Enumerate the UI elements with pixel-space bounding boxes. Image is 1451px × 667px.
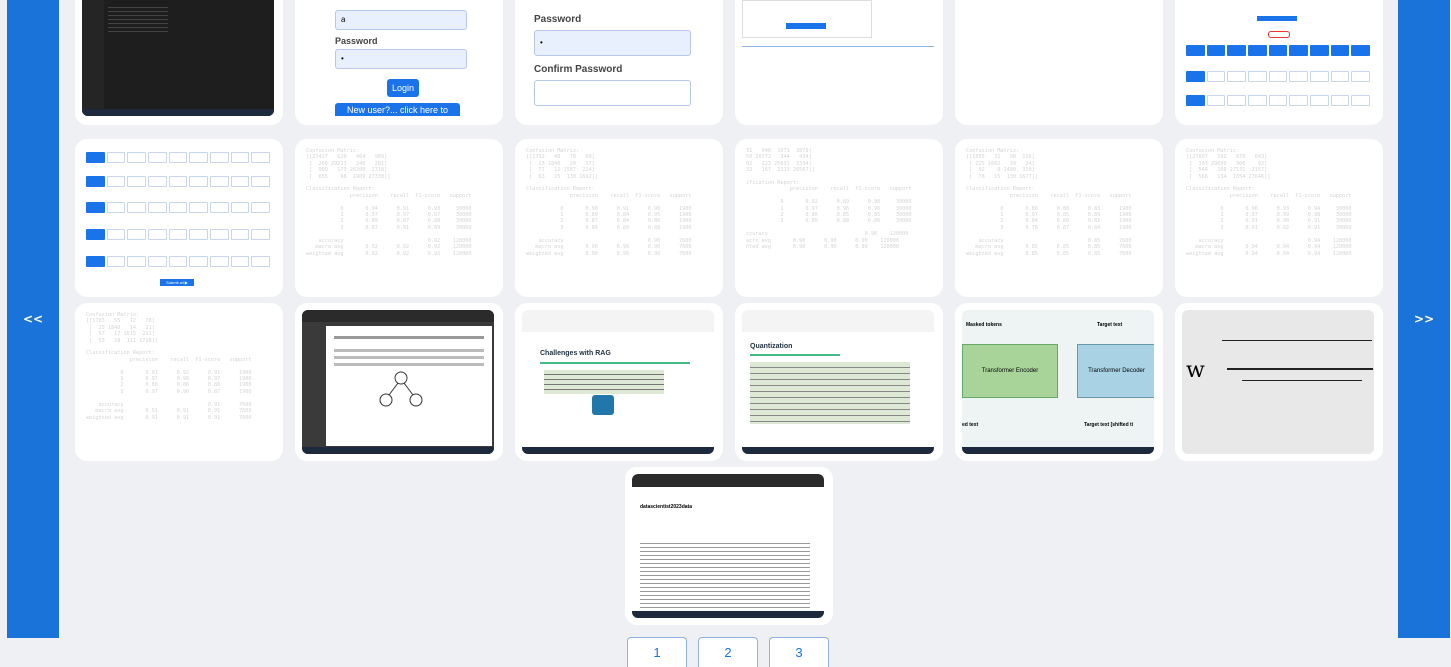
thumbnail-pdf-viewer [302, 310, 494, 454]
thumbnail-transformer-diagram: Masked tokens Target text Transformer En… [962, 310, 1154, 454]
page-button-3[interactable]: 3 [769, 637, 829, 667]
gallery-card[interactable] [735, 0, 943, 125]
thumbnail-slides-rag: Challenges with RAG [522, 310, 714, 454]
gallery-card[interactable]: datascientist2023data [625, 467, 833, 625]
gallery-card[interactable]: Confusion Matrix: [[1712 48 70 60] [ 23 … [515, 139, 723, 297]
gallery-card[interactable]: Password • Confirm Password [515, 0, 723, 125]
page-button-1[interactable]: 1 [627, 637, 687, 667]
thumbnail-button-grid: Submit all ▶ [82, 146, 274, 290]
gallery-card[interactable] [75, 0, 283, 125]
gallery-card[interactable]: a Password • Login New user?... click he… [295, 0, 503, 125]
submit-all-button: Submit all ▶ [160, 279, 194, 286]
thumbnail-slides-quantization: Quantization [742, 310, 934, 454]
gallery-card[interactable]: Confusion Matrix: [[27427 620 964 989] [… [295, 139, 503, 297]
thumbnail-terminal: 31 640 1671 3878] 50 20772 344 434] 02 2… [742, 146, 934, 290]
thumbnail-terminal: Confusion Matrix: [[1712 48 70 60] [ 23 … [522, 146, 714, 290]
thumbnail-notebook: datascientist2023data [632, 474, 824, 618]
gallery-card[interactable]: Confusion Matrix: [[1703 55 72 70] [ 25 … [75, 303, 283, 461]
thumbnail-upload-page [742, 0, 934, 116]
gallery-card[interactable] [955, 0, 1163, 125]
thumbnail-terminal [82, 0, 274, 116]
gallery-card[interactable]: w [1175, 303, 1383, 461]
screenshot-gallery: a Password • Login New user?... click he… [75, 0, 1383, 625]
thumbnail-login-form: a Password • Login New user?... click he… [302, 0, 494, 116]
gallery-card[interactable]: Confusion Matrix: [[1655 31 98 116] [ 22… [955, 139, 1163, 297]
gallery-card[interactable]: Masked tokens Target text Transformer En… [955, 303, 1163, 461]
gallery-card[interactable]: 31 640 1671 3878] 50 20772 344 434] 02 2… [735, 139, 943, 297]
thumbnail-terminal: Confusion Matrix: [[1703 55 72 70] [ 25 … [82, 310, 274, 454]
thumbnail-blank-page [962, 0, 1154, 116]
thumbnail-terminal: Confusion Matrix: [[27427 620 964 989] [… [302, 146, 494, 290]
gallery-card[interactable]: Quantization [735, 303, 943, 461]
thumbnail-button-grid [1182, 0, 1374, 116]
next-page-button[interactable]: >> [1398, 0, 1450, 638]
thumbnail-formula: w [1182, 310, 1374, 454]
thumbnail-register-form: Password • Confirm Password [522, 0, 714, 116]
gallery-card[interactable]: Confusion Matrix: [[27807 592 878 643] [… [1175, 139, 1383, 297]
gallery-card[interactable]: Challenges with RAG [515, 303, 723, 461]
gallery-card[interactable]: Submit all ▶ [75, 139, 283, 297]
gallery-card[interactable] [1175, 0, 1383, 125]
gallery-card[interactable] [295, 303, 503, 461]
previous-page-button[interactable]: << [7, 0, 59, 638]
thumbnail-terminal: Confusion Matrix: [[1655 31 98 116] [ 22… [962, 146, 1154, 290]
page-button-2[interactable]: 2 [698, 637, 758, 667]
thumbnail-terminal: Confusion Matrix: [[27807 592 878 643] [… [1182, 146, 1374, 290]
